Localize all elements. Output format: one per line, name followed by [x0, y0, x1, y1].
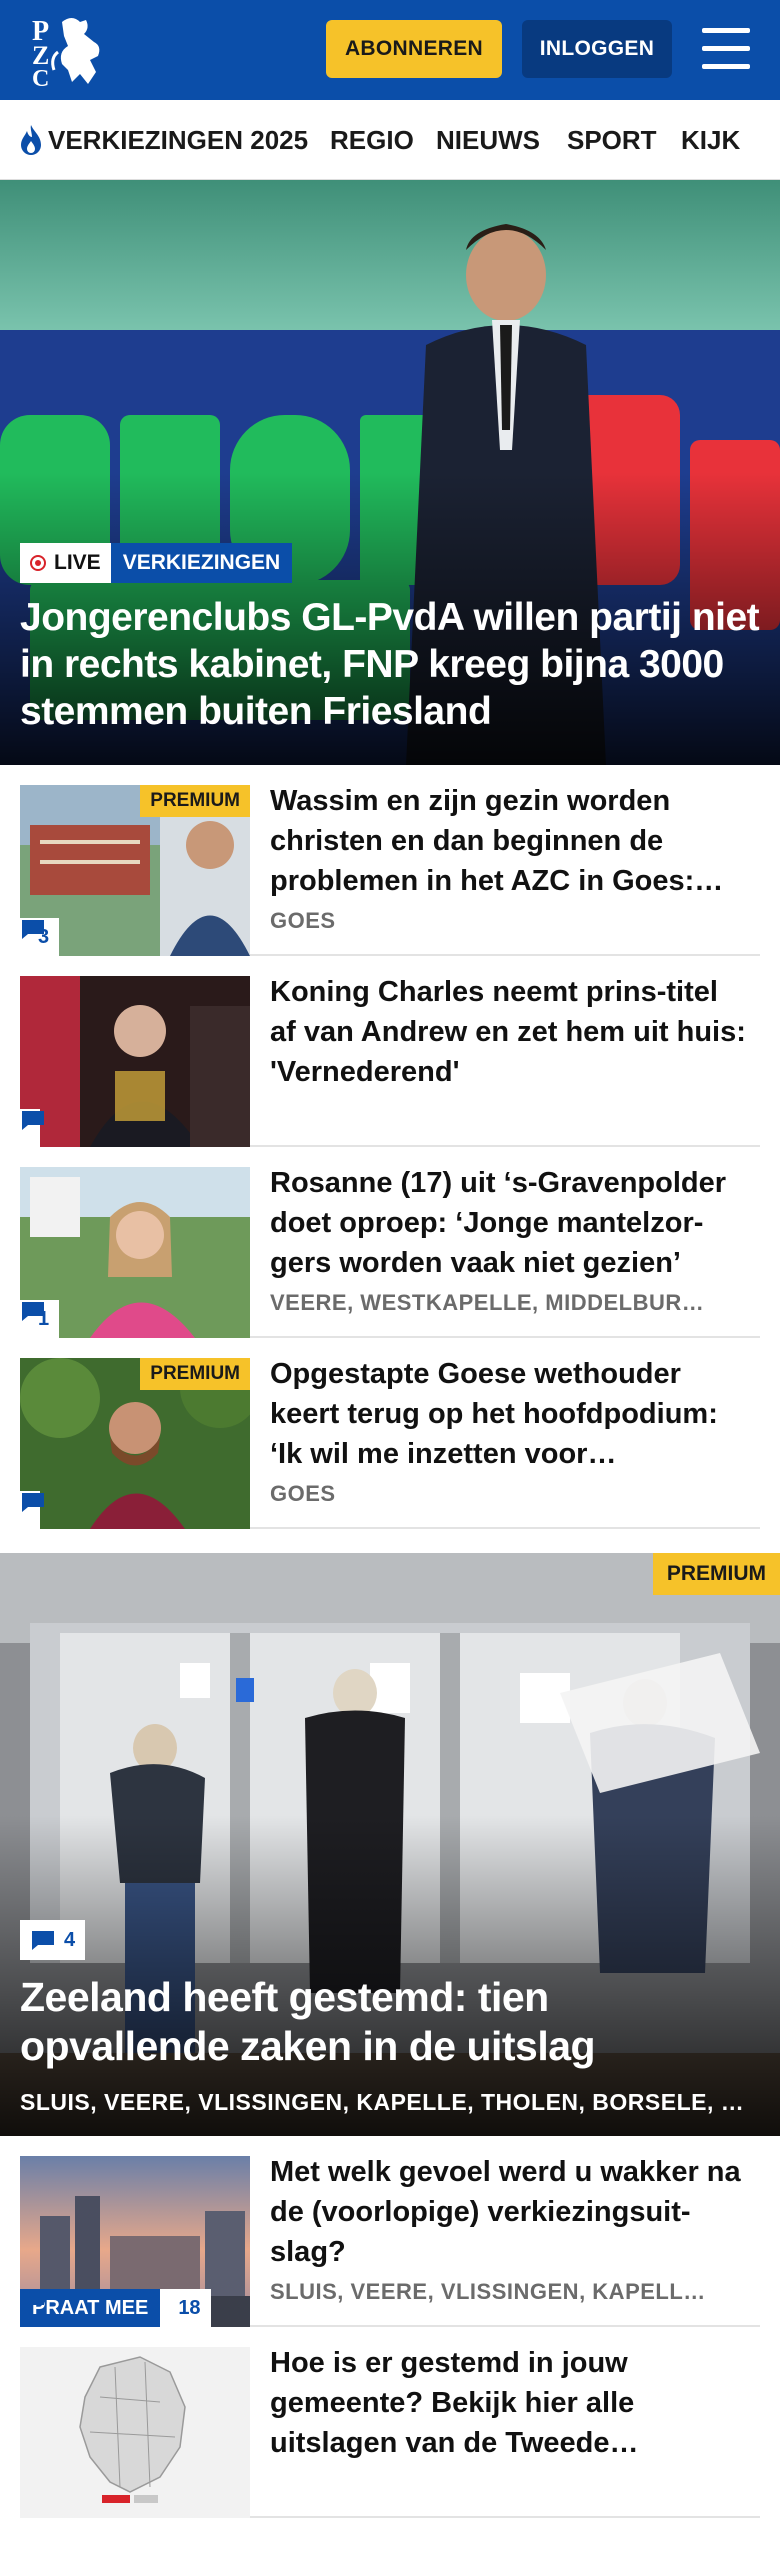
comment-icon	[22, 1111, 44, 1130]
feature-location: SLUIS, VEERE, VLISSINGEN, KAPELLE, THOLE…	[20, 2089, 745, 2115]
pzc-logo[interactable]: P Z C	[28, 12, 112, 92]
list-item[interactable]: 1 Rosanne (17) uit ‘s-Gravenpolder doet …	[20, 1147, 760, 1338]
hero-badges: LIVE VERKIEZINGEN	[20, 543, 293, 583]
nav-item-nieuws[interactable]: NIEUWS	[436, 122, 540, 158]
premium-badge: PREMIUM	[652, 1553, 780, 1595]
article-thumbnail	[20, 976, 250, 1147]
article-thumbnail: PREMIUM	[20, 1358, 250, 1529]
comment-icon	[22, 2291, 44, 2310]
live-dot-icon	[30, 555, 46, 571]
comment-icon	[22, 920, 44, 939]
comment-number: 4	[64, 1928, 76, 1951]
list-item[interactable]: PREMIUM 3 Wassim en zijn gezin worden ch…	[20, 765, 760, 956]
article-location: GOES	[270, 1481, 336, 1506]
article-location: SLUIS, VEERE, VLISSINGEN, KAPELL…	[270, 2279, 706, 2304]
category-tag[interactable]: VERKIEZINGEN	[110, 543, 293, 583]
premium-badge: PREMIUM	[140, 785, 250, 817]
live-label: LIVE	[54, 551, 101, 574]
nav-item-kijk[interactable]: KIJK	[681, 122, 740, 158]
comment-icon	[22, 1302, 44, 1321]
article-title[interactable]: Opgestapte Goese wethouder keert terug o…	[270, 1354, 750, 1474]
list-item[interactable]: PREMIUM Opgestapte Goese wethouder keert…	[20, 1338, 760, 1529]
site-header: P Z C ABONNEREN INLOGGEN	[0, 0, 780, 100]
article-location: GOES	[270, 908, 336, 933]
comment-count[interactable]: 1	[20, 1300, 60, 1338]
premium-badge: PREMIUM	[140, 1358, 250, 1390]
hero-article[interactable]: LIVE VERKIEZINGEN Jongerenclubs GL-PvdA …	[0, 180, 780, 765]
article-title[interactable]: Hoe is er gestemd in jouw gemeente? Beki…	[270, 2343, 750, 2463]
feature-article[interactable]: PREMIUM 4 Zeeland heeft gestemd: tien op…	[0, 1553, 780, 2136]
article-title[interactable]: Rosanne (17) uit ‘s-Gravenpolder doet op…	[270, 1163, 750, 1283]
comment-count[interactable]	[20, 1491, 44, 1529]
comment-count[interactable]: 3	[20, 918, 60, 956]
svg-text:C: C	[32, 66, 49, 88]
list-item[interactable]: PRAAT MEE 18 Met welk gevoel werd u wakk…	[20, 2136, 760, 2327]
flame-icon	[21, 125, 41, 155]
comment-icon	[32, 1931, 54, 1950]
comment-count[interactable]	[20, 1109, 44, 1147]
comment-icon	[22, 1493, 44, 1512]
comment-number: 18	[178, 2296, 201, 2319]
nav-label: VERKIEZINGEN 2025	[48, 124, 309, 155]
list-item[interactable]: Koning Charles neemt prins-titel af van …	[20, 956, 760, 1147]
menu-icon[interactable]	[700, 26, 752, 72]
nav-item-sport[interactable]: SPORT	[567, 122, 657, 158]
comment-count[interactable]: 4	[20, 1920, 86, 1960]
article-title[interactable]: Met welk gevoel werd u wakker na de (voo…	[270, 2152, 750, 2272]
article-thumbnail: PRAAT MEE 18	[20, 2156, 250, 2327]
article-thumbnail: 1	[20, 1167, 250, 1338]
hero-title[interactable]: Jongerenclubs GL-PvdA willen partij niet…	[20, 594, 765, 735]
article-title[interactable]: Koning Charles neemt prins-titel af van …	[270, 972, 750, 1092]
subscribe-button[interactable]: ABONNEREN	[326, 20, 502, 78]
nav-item-regio[interactable]: REGIO	[330, 122, 414, 158]
praat-mee-badge[interactable]: PRAAT MEE 18	[20, 2289, 211, 2327]
main-nav: VERKIEZINGEN 2025 REGIO NIEUWS SPORT KIJ…	[0, 100, 780, 180]
feature-title[interactable]: Zeeland heeft gestemd: tien opvallende z…	[20, 1973, 760, 2071]
comment-count: 18	[22, 2289, 211, 2327]
article-location: VEERE, WESTKAPELLE, MIDDELBUR…	[270, 1290, 705, 1315]
login-button[interactable]: INLOGGEN	[522, 20, 672, 78]
nav-item-verkiezingen[interactable]: VERKIEZINGEN 2025	[18, 122, 308, 158]
article-thumbnail: PREMIUM 3	[20, 785, 250, 956]
article-title[interactable]: Wassim en zijn gezin worden christen en …	[270, 781, 750, 901]
article-thumbnail	[20, 2347, 250, 2518]
live-badge: LIVE	[20, 543, 111, 583]
list-item[interactable]: Hoe is er gestemd in jouw gemeente? Beki…	[20, 2327, 760, 2518]
